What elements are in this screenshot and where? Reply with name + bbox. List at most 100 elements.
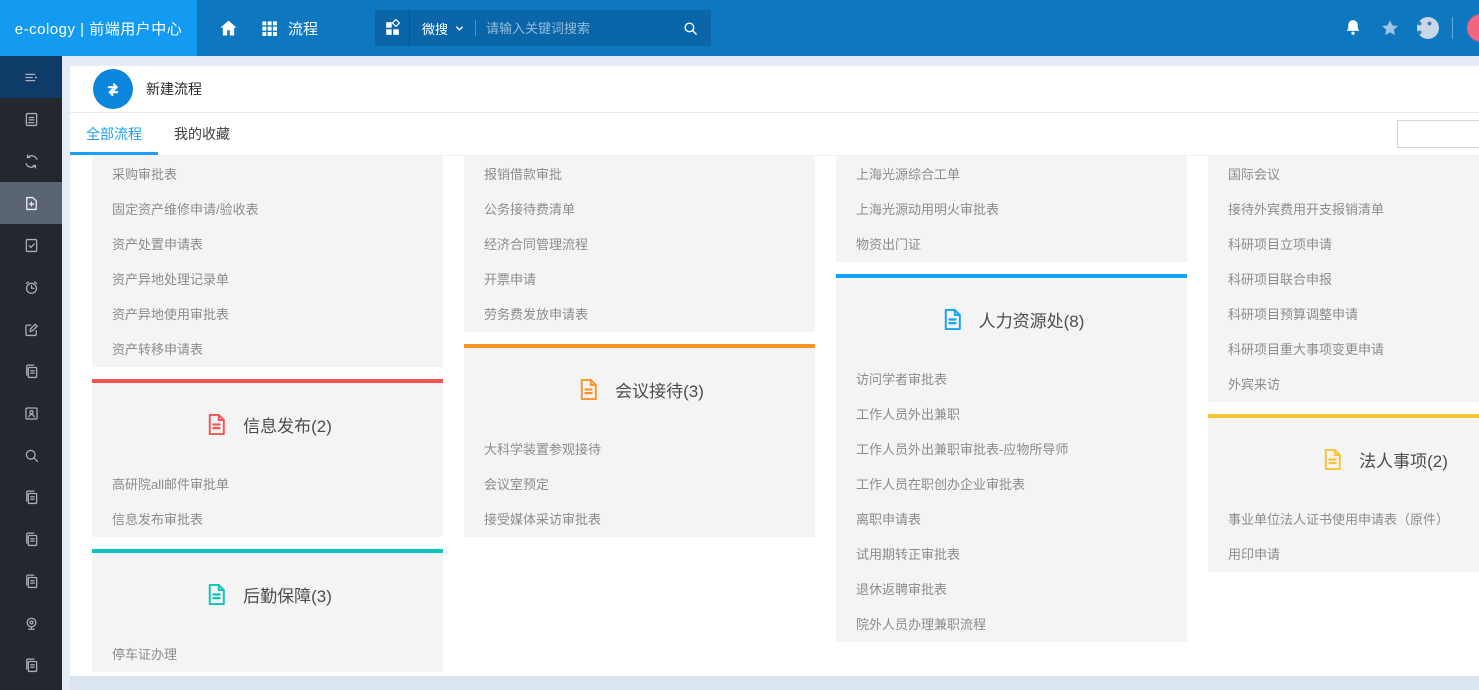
sync-icon (22, 152, 41, 171)
brand-logo[interactable]: e-cology | 前端用户中心 (0, 0, 197, 56)
nav-workflow[interactable]: 流程 (288, 18, 318, 39)
workflow-link[interactable]: 报销借款审批 (484, 157, 795, 192)
workflow-link[interactable]: 事业单位法人证书使用申请表（原件） (1228, 502, 1479, 537)
category-card: 人力资源处(8) 访问学者审批表工作人员外出兼职工作人员外出兼职审批表-应物所导师… (836, 274, 1187, 642)
sidebar (0, 56, 62, 690)
card-item-list: 国际会议接待外宾费用开支报销清单科研项目立项申请科研项目联合申报科研项目预算调整… (1208, 156, 1479, 402)
workflow-link[interactable]: 工作人员在职创办企业审批表 (856, 467, 1167, 502)
workflow-link[interactable]: 大科学装置参观接待 (484, 432, 795, 467)
workflow-board: 采购审批表固定资产维修申请/验收表资产处置申请表资产异地处理记录单资产异地使用审… (70, 156, 1479, 676)
column-2: 报销借款审批公务接待费清单经济合同管理流程开票申请劳务费发放申请表会议接待(3)… (464, 156, 815, 676)
workflow-link[interactable]: 国际会议 (1228, 157, 1479, 192)
file-text-icon (1319, 446, 1346, 473)
workflow-link[interactable]: 外宾来访 (1228, 367, 1479, 402)
workflow-link[interactable]: 访问学者审批表 (856, 362, 1167, 397)
more-icon[interactable]: ● ● ● (1417, 17, 1439, 39)
workflow-link[interactable]: 科研项目联合申报 (1228, 262, 1479, 297)
page-header: 新建流程 (70, 66, 1479, 112)
card-header: 法人事项(2) (1208, 418, 1479, 476)
sidebar-item-5[interactable] (0, 266, 62, 308)
category-card-partial: 采购审批表固定资产维修申请/验收表资产处置申请表资产异地处理记录单资产异地使用审… (92, 156, 443, 367)
tab-all-workflows[interactable]: 全部流程 (70, 113, 158, 155)
workflow-link[interactable]: 科研项目重大事项变更申请 (1228, 332, 1479, 367)
sidebar-item-11[interactable] (0, 518, 62, 560)
workflow-link[interactable]: 开票申请 (484, 262, 795, 297)
search-input[interactable] (486, 21, 670, 36)
column-1: 采购审批表固定资产维修申请/验收表资产处置申请表资产异地处理记录单资产异地使用审… (92, 156, 443, 676)
global-search: 微搜 (375, 10, 711, 46)
workflow-link[interactable]: 停车证办理 (112, 637, 423, 672)
home-icon[interactable] (218, 18, 239, 39)
workflow-link[interactable]: 采购审批表 (112, 157, 423, 192)
edit-icon (22, 320, 41, 339)
workflow-link[interactable]: 退休返聘审批表 (856, 572, 1167, 607)
sidebar-item-12[interactable] (0, 560, 62, 602)
workflow-link[interactable]: 高研院all邮件审批单 (112, 467, 423, 502)
card-title: 信息发布(2) (243, 412, 332, 437)
workflow-link[interactable]: 接受媒体采访审批表 (484, 502, 795, 537)
sidebar-item-13[interactable] (0, 602, 62, 644)
main-area: 新建流程 全部流程 我的收藏 采购审批表固定资产维修申请/验收表资产处置申请表资… (62, 56, 1479, 690)
chevron-down-icon[interactable] (454, 23, 465, 34)
sidebar-item-14[interactable] (0, 644, 62, 686)
copy-icon (22, 656, 41, 675)
workflow-link[interactable]: 会议室预定 (484, 467, 795, 502)
card-header: 人力资源处(8) (836, 278, 1187, 336)
topbar-divider (1452, 17, 1453, 39)
sidebar-item-8[interactable] (0, 392, 62, 434)
sidebar-item-4[interactable] (0, 224, 62, 266)
sidebar-item-9[interactable] (0, 434, 62, 476)
workflow-link[interactable]: 固定资产维修申请/验收表 (112, 192, 423, 227)
workflow-link[interactable]: 科研项目立项申请 (1228, 227, 1479, 262)
search-icon[interactable] (682, 20, 699, 37)
category-card: 信息发布(2) 高研院all邮件审批单信息发布审批表 (92, 379, 443, 537)
workflow-link[interactable]: 试用期转正审批表 (856, 537, 1167, 572)
card-title: 会议接待(3) (615, 377, 704, 402)
star-icon[interactable] (1380, 18, 1400, 38)
workflow-link[interactable]: 离职申请表 (856, 502, 1167, 537)
workflow-link[interactable]: 资产处置申请表 (112, 227, 423, 262)
menu-toggle-icon (22, 68, 41, 87)
sidebar-item-3[interactable] (0, 182, 62, 224)
workflow-link[interactable]: 经济合同管理流程 (484, 227, 795, 262)
workflow-link[interactable]: 物资出门证 (856, 227, 1167, 262)
copy-icon (22, 488, 41, 507)
apps-grid-icon[interactable] (260, 19, 279, 38)
file-text-icon (203, 411, 230, 438)
workflow-filter-input[interactable] (1397, 120, 1479, 148)
workflow-link[interactable]: 工作人员外出兼职 (856, 397, 1167, 432)
top-strip (70, 56, 1479, 66)
workflow-link[interactable]: 工作人员外出兼职审批表-应物所导师 (856, 432, 1167, 467)
workflow-link[interactable]: 上海光源动用明火审批表 (856, 192, 1167, 227)
sidebar-item-2[interactable] (0, 140, 62, 182)
workflow-link[interactable]: 公务接待费清单 (484, 192, 795, 227)
page-title: 新建流程 (146, 79, 202, 99)
avatar[interactable] (1467, 14, 1479, 42)
card-title: 后勤保障(3) (243, 582, 332, 607)
copy-icon (22, 530, 41, 549)
workflow-link[interactable]: 科研项目预算调整申请 (1228, 297, 1479, 332)
workflow-link[interactable]: 接待外宾费用开支报销清单 (1228, 192, 1479, 227)
sidebar-item-1[interactable] (0, 98, 62, 140)
workflow-link[interactable]: 劳务费发放申请表 (484, 297, 795, 332)
tab-my-favorites[interactable]: 我的收藏 (158, 113, 246, 155)
sidebar-item-6[interactable] (0, 308, 62, 350)
id-card-icon (22, 404, 41, 423)
workflow-link[interactable]: 资产异地使用审批表 (112, 297, 423, 332)
workflow-link[interactable]: 上海光源综合工单 (856, 157, 1167, 192)
card-header: 会议接待(3) (464, 348, 815, 406)
tab-bar: 全部流程 我的收藏 (70, 113, 1479, 156)
workflow-link[interactable]: 用印申请 (1228, 537, 1479, 572)
search-apps-icon[interactable] (375, 10, 410, 46)
search-engine-select[interactable]: 微搜 (422, 19, 448, 38)
workflow-link[interactable]: 资产异地处理记录单 (112, 262, 423, 297)
workflow-link[interactable]: 院外人员办理兼职流程 (856, 607, 1167, 642)
category-card: 后勤保障(3) 停车证办理 (92, 549, 443, 672)
bell-icon[interactable] (1343, 18, 1363, 38)
search-divider (475, 20, 476, 36)
sidebar-item-10[interactable] (0, 476, 62, 518)
sidebar-item-7[interactable] (0, 350, 62, 392)
workflow-link[interactable]: 信息发布审批表 (112, 502, 423, 537)
sidebar-item-0[interactable] (0, 56, 62, 98)
workflow-link[interactable]: 资产转移申请表 (112, 332, 423, 367)
